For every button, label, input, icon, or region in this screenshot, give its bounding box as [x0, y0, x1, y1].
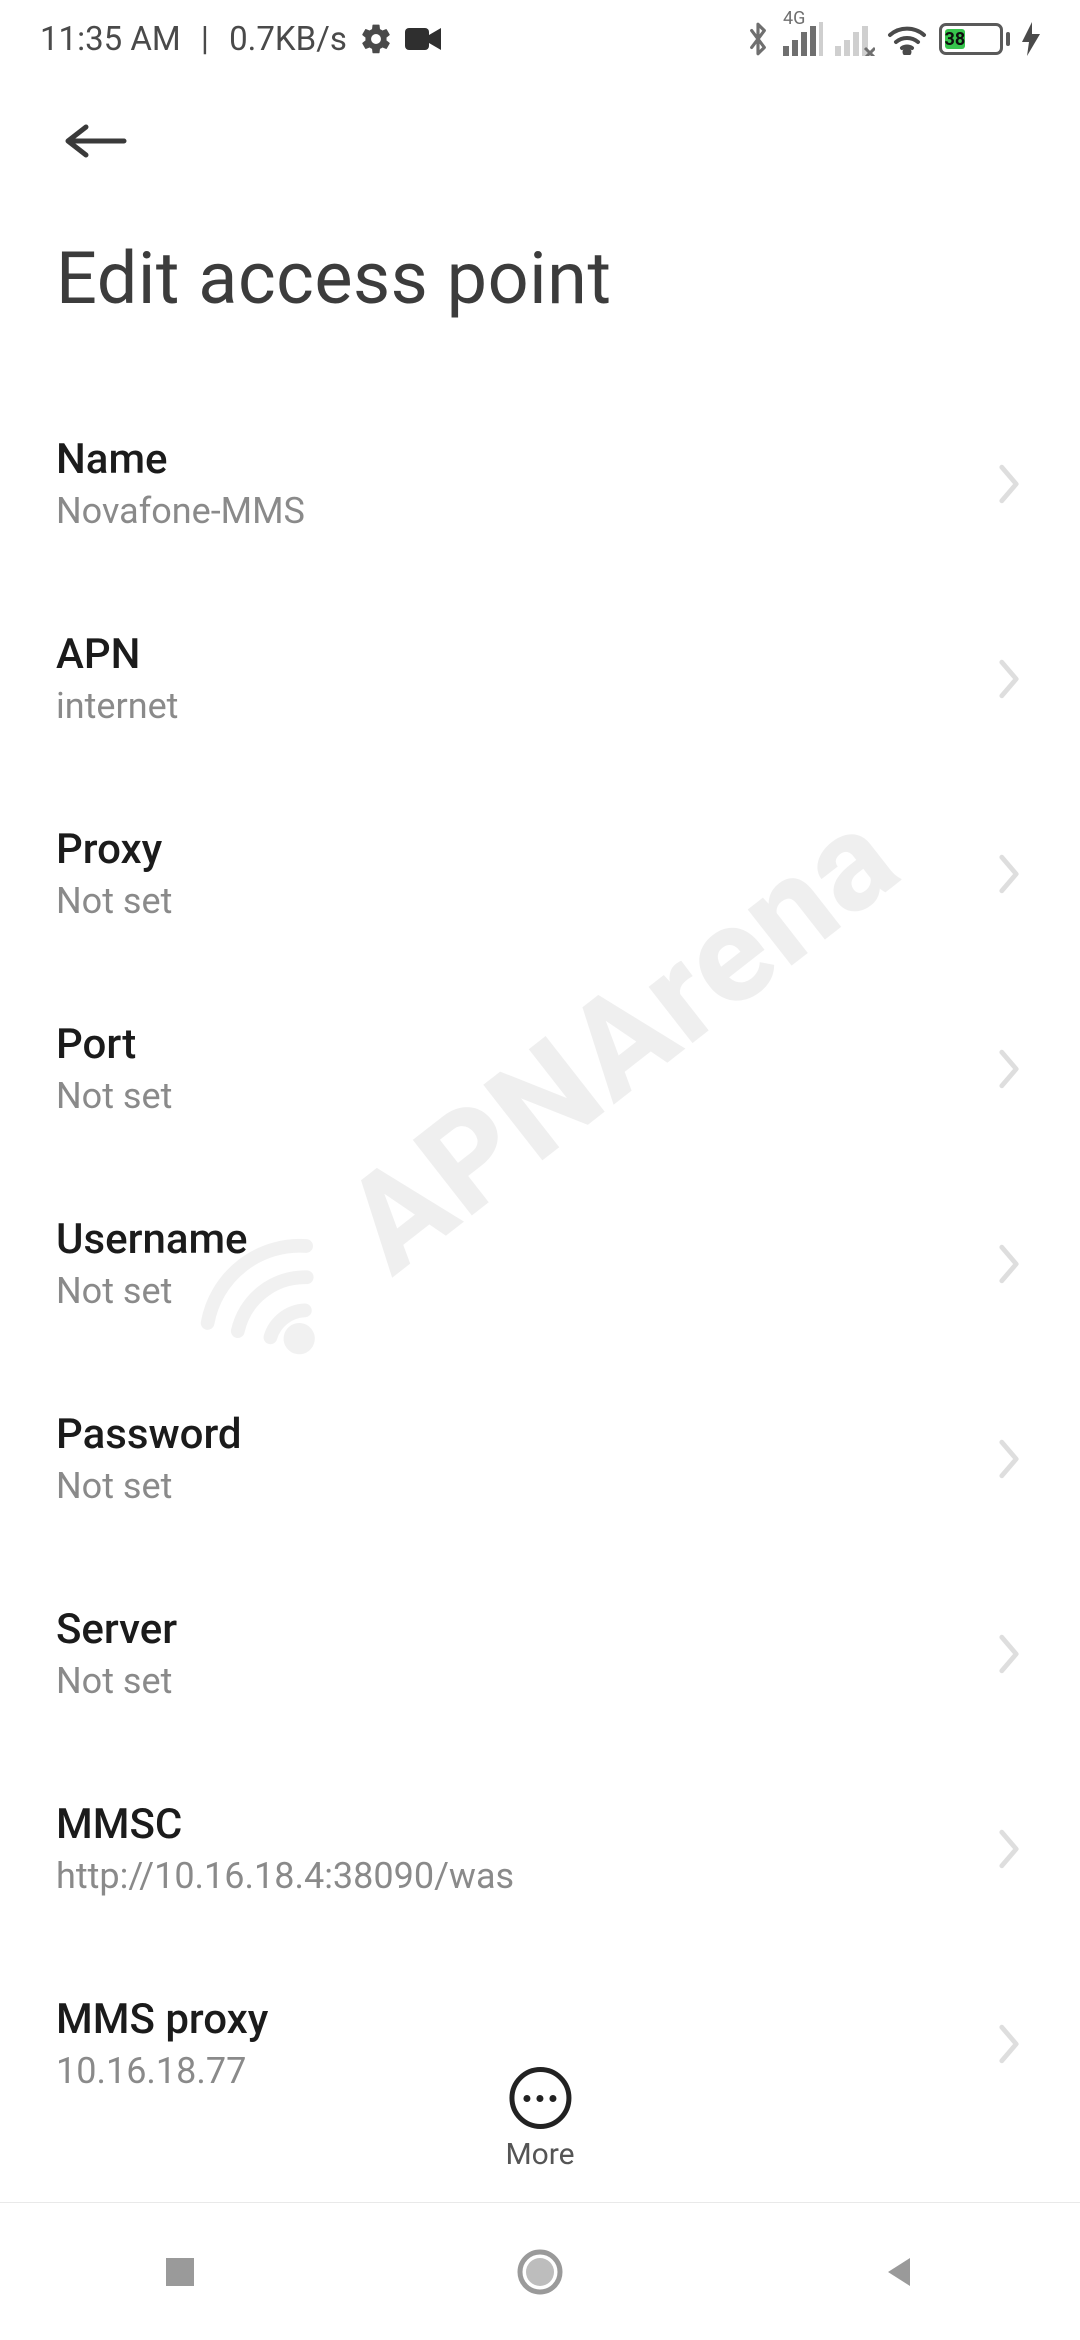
chevron-right-icon: [994, 850, 1024, 898]
signal-no-sim-icon: [835, 22, 875, 56]
circle-icon: [516, 2248, 564, 2296]
setting-label: Username: [56, 1215, 994, 1264]
setting-value: Novafone-MMS: [56, 490, 994, 532]
setting-label: Server: [56, 1605, 994, 1654]
setting-label: Proxy: [56, 825, 994, 874]
chevron-right-icon: [994, 1825, 1024, 1873]
setting-value: Not set: [56, 1465, 994, 1507]
setting-value: Not set: [56, 1075, 994, 1117]
more-label: More: [505, 2137, 574, 2172]
setting-label: Port: [56, 1020, 994, 1069]
status-sep: |: [193, 20, 217, 59]
charging-bolt-icon: [1022, 22, 1040, 56]
chevron-right-icon: [994, 1435, 1024, 1483]
signal-4g-icon: 4G: [783, 22, 823, 56]
chevron-right-icon: [994, 2020, 1024, 2068]
chevron-right-icon: [994, 1630, 1024, 1678]
status-bar: 11:35 AM | 0.7KB/s 4G: [0, 0, 1080, 78]
setting-value: internet: [56, 685, 994, 727]
more-button[interactable]: More: [505, 2067, 574, 2172]
chevron-right-icon: [994, 655, 1024, 703]
network-label: 4G: [783, 8, 805, 29]
chevron-right-icon: [994, 1045, 1024, 1093]
setting-value: Not set: [56, 1660, 994, 1702]
triangle-left-icon: [880, 2252, 920, 2292]
setting-row-apn[interactable]: APN internet: [0, 586, 1080, 771]
setting-row-proxy[interactable]: Proxy Not set: [0, 781, 1080, 966]
setting-row-mmsc[interactable]: MMSC http://10.16.18.4:38090/was: [0, 1756, 1080, 1941]
setting-row-port[interactable]: Port Not set: [0, 976, 1080, 1161]
setting-value: http://10.16.18.4:38090/was: [56, 1855, 994, 1897]
setting-label: MMSC: [56, 1800, 994, 1849]
nav-recents[interactable]: [145, 2237, 215, 2307]
setting-value: Not set: [56, 880, 994, 922]
nav-back[interactable]: [865, 2237, 935, 2307]
more-icon: [509, 2067, 571, 2129]
settings-list: APNArena NameNovafone-MMSAPNinternetProx…: [0, 321, 1080, 2340]
battery-icon: 38: [939, 23, 1010, 55]
status-net-speed: 0.7KB/s: [229, 20, 347, 59]
wifi-icon: [887, 23, 927, 55]
arrow-left-icon: [62, 121, 128, 161]
setting-label: Password: [56, 1410, 994, 1459]
setting-label: Name: [56, 435, 994, 484]
page-title: Edit access point: [0, 180, 1080, 321]
settings-icon: [359, 22, 393, 56]
back-button[interactable]: [56, 102, 134, 180]
setting-row-name[interactable]: Name Novafone-MMS: [0, 391, 1080, 576]
nav-home[interactable]: [505, 2237, 575, 2307]
chevron-right-icon: [994, 1240, 1024, 1288]
battery-percent: 38: [945, 29, 966, 50]
camera-icon: [405, 26, 441, 52]
setting-value: Not set: [56, 1270, 994, 1312]
setting-label: APN: [56, 630, 994, 679]
chevron-right-icon: [994, 460, 1024, 508]
android-navbar: [0, 2202, 1080, 2340]
setting-row-username[interactable]: Username Not set: [0, 1171, 1080, 1356]
setting-row-server[interactable]: Server Not set: [0, 1561, 1080, 1746]
square-icon: [160, 2252, 200, 2292]
bluetooth-icon: [745, 20, 771, 58]
setting-row-password[interactable]: Password Not set: [0, 1366, 1080, 1551]
status-time: 11:35 AM: [40, 20, 181, 59]
setting-label: MMS proxy: [56, 1995, 994, 2044]
